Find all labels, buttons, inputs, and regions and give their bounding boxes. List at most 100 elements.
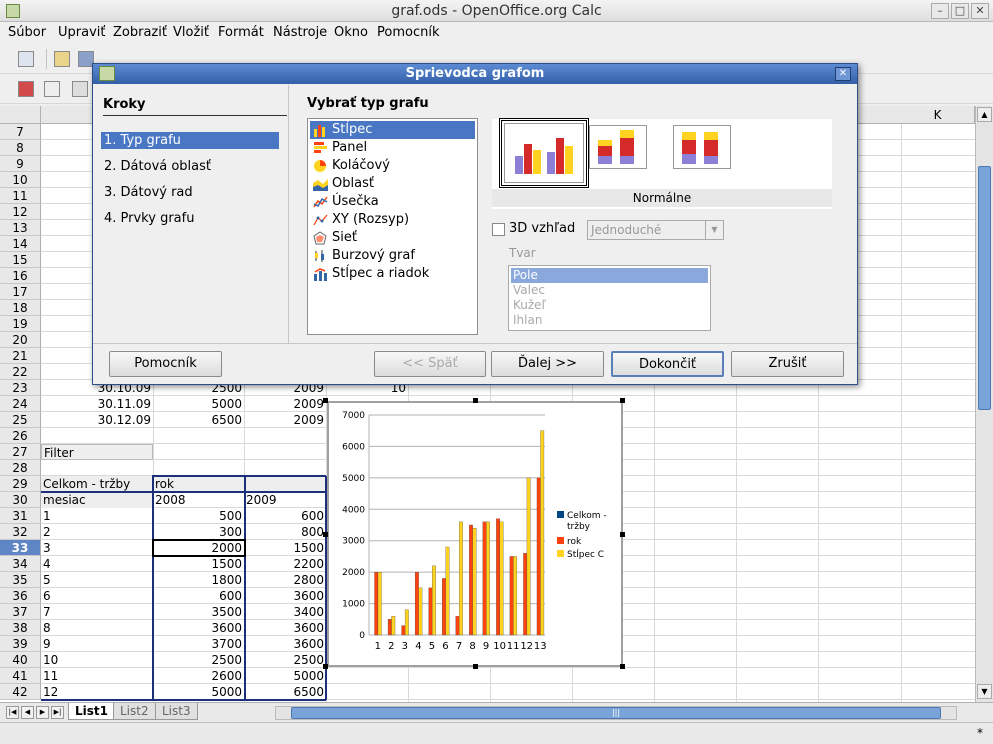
pivot-cell[interactable]: 5000	[244, 668, 326, 684]
pivot-cell[interactable]: 3600	[244, 636, 326, 652]
shape-cone[interactable]: Kužeľ	[511, 298, 708, 313]
close-icon[interactable]: ✕	[971, 3, 989, 19]
pivot-cell[interactable]: 600	[153, 588, 244, 604]
chart-type-pie[interactable]: Koláčový	[310, 157, 475, 175]
pivot-cell[interactable]: 2500	[153, 652, 244, 668]
chart-handle[interactable]	[323, 532, 328, 537]
chevron-down-icon[interactable]: ▼	[705, 221, 723, 239]
variant-stacked[interactable]	[589, 125, 647, 169]
sheet-tab-list1[interactable]: List1	[68, 703, 115, 720]
pivot-cell[interactable]: 3600	[244, 620, 326, 636]
row-header[interactable]: 42	[0, 684, 41, 700]
sheet-tab-list3[interactable]: List3	[155, 703, 198, 720]
pivot-cell[interactable]: 4	[41, 556, 153, 572]
row-header[interactable]: 34	[0, 556, 41, 572]
chart-handle[interactable]	[620, 532, 625, 537]
pivot-cell[interactable]: 3400	[244, 604, 326, 620]
row-header[interactable]: 18	[0, 300, 41, 316]
navigator-icon[interactable]	[18, 81, 34, 97]
row-header[interactable]: 40	[0, 652, 41, 668]
pivot-cell[interactable]: 1500	[244, 540, 326, 556]
row-header[interactable]: 36	[0, 588, 41, 604]
row-header[interactable]: 37	[0, 604, 41, 620]
row-header[interactable]: 19	[0, 316, 41, 332]
cell-d25[interactable]: 2009	[244, 412, 326, 428]
row-header[interactable]: 7	[0, 124, 41, 140]
pivot-cell[interactable]: 300	[153, 524, 244, 540]
dialog-close-icon[interactable]: ✕	[835, 67, 851, 81]
pivot-cell[interactable]: 2200	[244, 556, 326, 572]
vertical-scroll-thumb[interactable]	[978, 166, 991, 410]
chart-type-list[interactable]: Stĺpec Panel Koláčový Oblasť Úsečka XY (…	[307, 118, 478, 335]
pivot-cell[interactable]: 3700	[153, 636, 244, 652]
cell-c25[interactable]: 6500	[153, 412, 244, 428]
row-header[interactable]: 27	[0, 444, 41, 460]
step-data-series[interactable]: 3. Dátový rad	[101, 184, 279, 201]
row-header[interactable]: 11	[0, 188, 41, 204]
pivot-cell[interactable]: 500	[153, 508, 244, 524]
chart-handle[interactable]	[323, 398, 328, 403]
pivot-cell[interactable]: 1	[41, 508, 153, 524]
row-header[interactable]: 26	[0, 428, 41, 444]
menu-zobrazit[interactable]: Zobraziť	[113, 25, 167, 40]
pivot-cell[interactable]: 3500	[153, 604, 244, 620]
row-header[interactable]: 24	[0, 396, 41, 412]
chart-type-area[interactable]: Oblasť	[310, 175, 475, 193]
finish-button[interactable]: Dokončiť	[611, 351, 724, 377]
pivot-cell[interactable]: 2800	[244, 572, 326, 588]
vertical-scrollbar[interactable]: ▲ ▼	[975, 106, 993, 702]
row-header[interactable]: 25	[0, 412, 41, 428]
pivot-cell[interactable]: 9	[41, 636, 153, 652]
horizontal-scrollbar[interactable]: |||	[275, 706, 957, 720]
chart-type-column[interactable]: Stĺpec	[310, 121, 475, 139]
row-header[interactable]: 21	[0, 348, 41, 364]
row-header[interactable]: 8	[0, 140, 41, 156]
scroll-up-icon[interactable]: ▲	[977, 107, 992, 122]
pivot-row-field[interactable]: mesiac	[41, 492, 153, 508]
shape-box[interactable]: Pole	[511, 268, 708, 283]
step-chart-type[interactable]: 1. Typ grafu	[101, 132, 279, 149]
step-chart-elements[interactable]: 4. Prvky grafu	[101, 210, 279, 227]
pivot-cell[interactable]: 7	[41, 604, 153, 620]
horizontal-scroll-thumb[interactable]: |||	[291, 707, 941, 719]
row-header[interactable]: 31	[0, 508, 41, 524]
cell-d24[interactable]: 2009	[244, 396, 326, 412]
minimize-icon[interactable]: –	[931, 3, 949, 19]
row-header[interactable]: 28	[0, 460, 41, 476]
next-button[interactable]: Ďalej >>	[491, 351, 604, 377]
shape-cylinder[interactable]: Valec	[511, 283, 708, 298]
pivot-cell[interactable]: 3	[41, 540, 153, 556]
pivot-cell[interactable]: 800	[244, 524, 326, 540]
cell-b25[interactable]: 30.12.09	[41, 412, 153, 428]
pivot-col-2009[interactable]: 2009	[244, 492, 326, 508]
menu-nastroje[interactable]: Nástroje	[273, 25, 327, 40]
pivot-cell[interactable]: 6	[41, 588, 153, 604]
help-button[interactable]: Pomocník	[109, 351, 222, 377]
first-sheet-icon[interactable]: |◀	[6, 706, 19, 719]
row-header[interactable]: 32	[0, 524, 41, 540]
chart-type-stock[interactable]: Burzový graf	[310, 247, 475, 265]
sheet-tab-list2[interactable]: List2	[113, 703, 156, 720]
cell-b24[interactable]: 30.11.09	[41, 396, 153, 412]
row-header[interactable]: 12	[0, 204, 41, 220]
step-data-range[interactable]: 2. Dátová oblasť	[101, 158, 279, 175]
cancel-button[interactable]: Zrušiť	[731, 351, 844, 377]
menu-subor[interactable]: Súbor	[8, 25, 46, 40]
next-sheet-icon[interactable]: ▶	[36, 706, 49, 719]
column-header-k[interactable]: K	[901, 106, 975, 124]
row-header[interactable]: 13	[0, 220, 41, 236]
menu-okno[interactable]: Okno	[334, 25, 368, 40]
pivot-cell[interactable]: 3600	[244, 588, 326, 604]
chart-handle[interactable]	[323, 664, 328, 669]
back-button[interactable]: << Späť	[374, 351, 486, 377]
chart-type-net[interactable]: Sieť	[310, 229, 475, 247]
pivot-cell[interactable]: 6500	[244, 684, 326, 700]
pivot-cell[interactable]: 12	[41, 684, 153, 700]
variant-percent-stacked[interactable]	[673, 125, 731, 169]
menu-upravit[interactable]: Upraviť	[58, 25, 105, 40]
align-left-icon[interactable]	[72, 81, 88, 97]
chart-handle[interactable]	[473, 664, 478, 669]
pivot-cell[interactable]: 2500	[244, 652, 326, 668]
row-header[interactable]: 22	[0, 364, 41, 380]
chart-type-xy-scatter[interactable]: XY (Rozsyp)	[310, 211, 475, 229]
